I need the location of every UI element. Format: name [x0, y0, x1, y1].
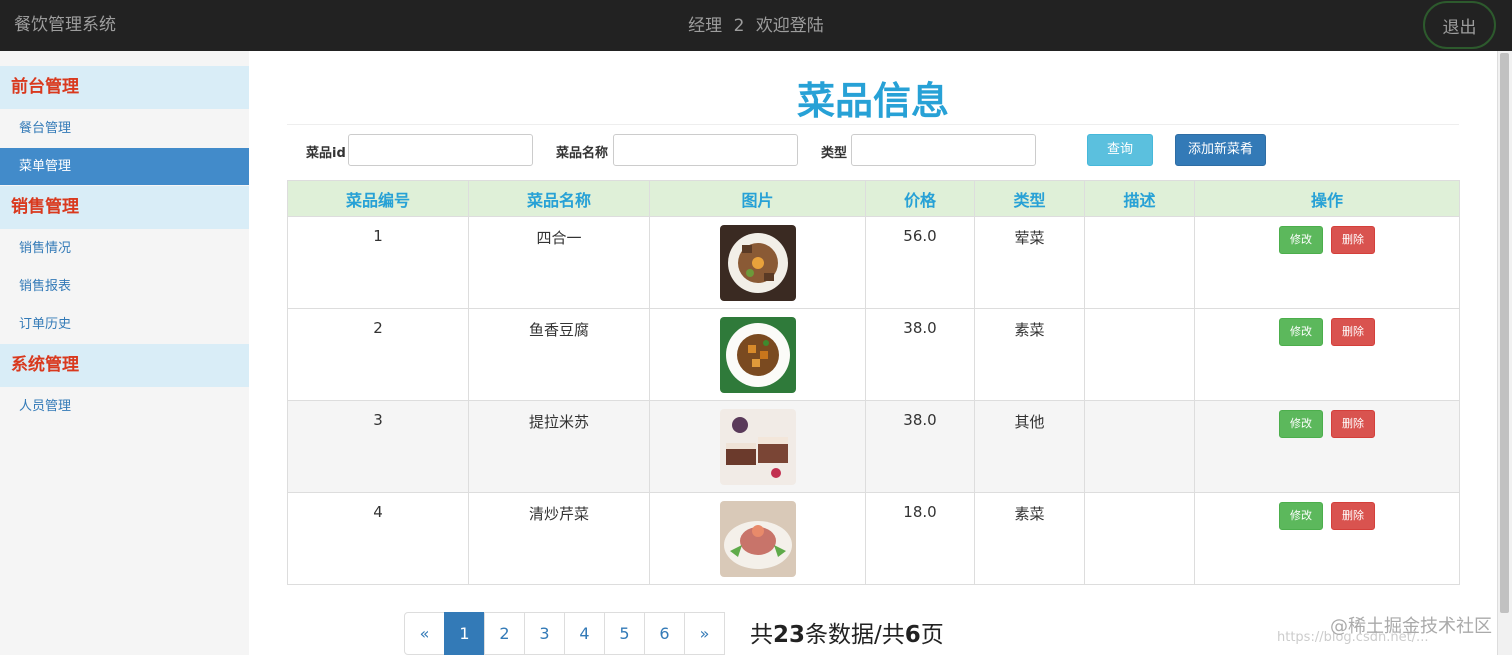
dish-table: 菜品编号 菜品名称 图片 价格 类型 描述 操作 1 四合一 56.0 荤菜 修… [287, 180, 1460, 585]
cell-id: 4 [287, 492, 469, 585]
total-records: 23 [773, 622, 806, 648]
dish-photo-meat-platter [719, 225, 796, 301]
col-header-id: 菜品编号 [287, 180, 469, 217]
delete-button[interactable]: 删除 [1331, 226, 1375, 254]
sidebar-group-frontdesk[interactable]: 前台管理 [0, 66, 249, 109]
pagination-next[interactable]: » [684, 612, 725, 655]
dish-type-input[interactable] [851, 134, 1036, 166]
pagination-page-2[interactable]: 2 [484, 612, 525, 655]
pagination-summary: 共23条数据/共6页 [750, 615, 944, 649]
cell-price: 18.0 [865, 492, 975, 585]
cell-image [649, 308, 866, 401]
table-row: 1 四合一 56.0 荤菜 修改 删除 [287, 216, 1460, 309]
col-header-image: 图片 [649, 180, 866, 217]
sidebar-group-sales[interactable]: 销售管理 [0, 186, 249, 229]
cell-desc [1084, 492, 1195, 585]
cell-price: 38.0 [865, 400, 975, 493]
sidebar-item-sales-report[interactable]: 销售报表 [0, 268, 249, 305]
query-button[interactable]: 查询 [1087, 134, 1153, 166]
logout-button[interactable]: 退出 [1423, 1, 1496, 49]
pagination-page-1[interactable]: 1 [444, 612, 485, 655]
dish-photo-celery [719, 501, 796, 577]
pagination: « 1 2 3 4 5 6 » [404, 612, 725, 655]
dish-id-label: 菜品id [306, 146, 346, 161]
table-row: 4 清炒芹菜 18.0 素菜 修改 删除 [287, 492, 1460, 585]
dish-type-label: 类型 [821, 146, 848, 161]
dish-name-label: 菜品名称 [556, 146, 609, 161]
sidebar-group-system[interactable]: 系统管理 [0, 344, 249, 387]
cell-type: 其他 [974, 400, 1085, 493]
title-divider [287, 124, 1459, 125]
col-header-desc: 描述 [1084, 180, 1195, 217]
pagination-page-6[interactable]: 6 [644, 612, 685, 655]
cell-actions: 修改 删除 [1194, 216, 1460, 309]
sidebar-item-sales-status[interactable]: 销售情况 [0, 230, 249, 267]
table-header-row: 菜品编号 菜品名称 图片 价格 类型 描述 操作 [287, 180, 1460, 217]
sidebar-item-menu[interactable]: 菜单管理 [0, 148, 249, 185]
welcome-id: 2 [733, 16, 745, 36]
cell-type: 素菜 [974, 492, 1085, 585]
cell-price: 56.0 [865, 216, 975, 309]
cell-name: 提拉米苏 [468, 400, 650, 493]
edit-button[interactable]: 修改 [1279, 318, 1323, 346]
table-row: 2 鱼香豆腐 38.0 素菜 修改 删除 [287, 308, 1460, 401]
pagination-prev[interactable]: « [404, 612, 445, 655]
welcome-text: 欢迎登陆 [755, 16, 824, 36]
cell-image [649, 492, 866, 585]
watermark-text: @稀土掘金技术社区 [1330, 616, 1492, 637]
edit-button[interactable]: 修改 [1279, 502, 1323, 530]
total-pages: 6 [904, 622, 921, 648]
dish-name-input[interactable] [613, 134, 798, 166]
summary-suffix: 页 [920, 622, 944, 648]
page-title: 菜品信息 [796, 79, 949, 123]
cell-price: 38.0 [865, 308, 975, 401]
cell-desc [1084, 308, 1195, 401]
pagination-page-5[interactable]: 5 [604, 612, 645, 655]
delete-button[interactable]: 删除 [1331, 410, 1375, 438]
delete-button[interactable]: 删除 [1331, 502, 1375, 530]
top-navbar: 餐饮管理系统 经理 2 欢迎登陆 退出 [0, 0, 1512, 51]
col-header-name: 菜品名称 [468, 180, 650, 217]
pagination-page-4[interactable]: 4 [564, 612, 605, 655]
welcome-role: 经理 [688, 16, 723, 36]
delete-button[interactable]: 删除 [1331, 318, 1375, 346]
dish-photo-tofu [719, 317, 796, 393]
cell-type: 素菜 [974, 308, 1085, 401]
sidebar-item-staff[interactable]: 人员管理 [0, 388, 249, 425]
cell-id: 3 [287, 400, 469, 493]
cell-actions: 修改 删除 [1194, 400, 1460, 493]
cell-desc [1084, 216, 1195, 309]
summary-prefix: 共 [750, 622, 773, 648]
cell-image [649, 400, 866, 493]
cell-name: 鱼香豆腐 [468, 308, 650, 401]
sidebar-item-order-history[interactable]: 订单历史 [0, 306, 249, 343]
dish-photo-tiramisu [719, 409, 796, 485]
welcome-message: 经理 2 欢迎登陆 [0, 11, 1512, 36]
dish-id-input[interactable] [348, 134, 533, 166]
pagination-page-3[interactable]: 3 [524, 612, 565, 655]
add-dish-button[interactable]: 添加新菜肴 [1175, 134, 1266, 166]
cell-name: 清炒芹菜 [468, 492, 650, 585]
cell-id: 1 [287, 216, 469, 309]
table-row: 3 提拉米苏 38.0 其他 修改 删除 [287, 400, 1460, 493]
edit-button[interactable]: 修改 [1279, 226, 1323, 254]
sidebar-item-tables[interactable]: 餐台管理 [0, 110, 249, 147]
cell-desc [1084, 400, 1195, 493]
col-header-actions: 操作 [1194, 180, 1460, 217]
summary-mid: 条数据/共 [805, 622, 905, 648]
scrollbar-thumb[interactable] [1500, 53, 1509, 613]
cell-id: 2 [287, 308, 469, 401]
cell-actions: 修改 删除 [1194, 308, 1460, 401]
cell-type: 荤菜 [974, 216, 1085, 309]
cell-name: 四合一 [468, 216, 650, 309]
col-header-type: 类型 [974, 180, 1085, 217]
cell-actions: 修改 删除 [1194, 492, 1460, 585]
col-header-price: 价格 [865, 180, 975, 217]
cell-image [649, 216, 866, 309]
edit-button[interactable]: 修改 [1279, 410, 1323, 438]
